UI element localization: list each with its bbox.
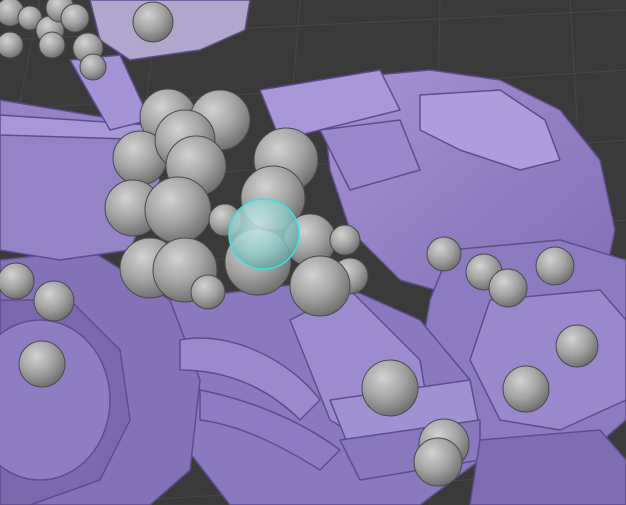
sphere	[289, 255, 351, 317]
sphere	[144, 176, 212, 244]
sphere	[0, 31, 24, 59]
sphere	[361, 359, 419, 417]
sphere	[413, 437, 463, 487]
sphere	[33, 280, 75, 322]
sphere	[79, 53, 107, 81]
sphere	[488, 268, 528, 308]
sphere	[0, 262, 35, 300]
sphere	[38, 31, 66, 59]
sphere	[535, 246, 575, 286]
sphere	[502, 365, 550, 413]
sphere	[190, 274, 226, 310]
sphere	[60, 3, 90, 33]
foot	[469, 429, 626, 505]
viewport-canvas[interactable]	[0, 0, 626, 505]
sphere	[329, 224, 361, 256]
sphere	[18, 340, 66, 388]
sphere	[426, 236, 462, 272]
sphere	[555, 324, 599, 368]
selected-sphere	[228, 198, 300, 270]
sphere	[132, 1, 174, 43]
3d-viewport[interactable]	[0, 0, 626, 505]
